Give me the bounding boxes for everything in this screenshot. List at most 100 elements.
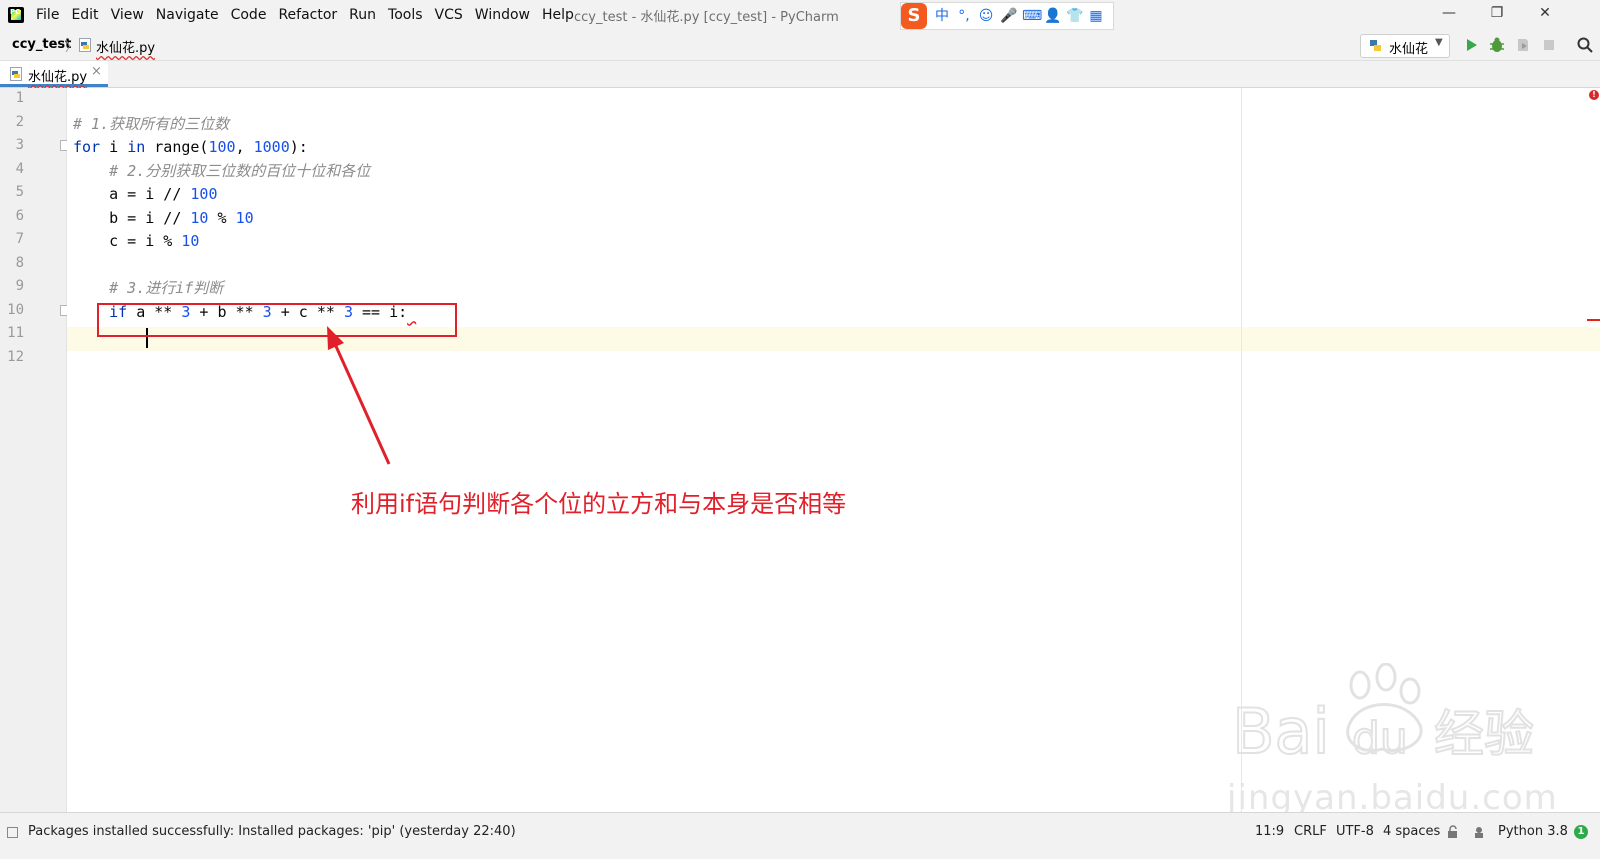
ime-item-icon[interactable]: 🎤: [1000, 8, 1017, 24]
code-line: # 1.获取所有的三位数: [73, 112, 229, 136]
error-stripe-mark[interactable]: [1587, 319, 1600, 321]
line-number: 12: [7, 348, 24, 365]
svg-text:Bai: Bai: [1232, 695, 1330, 768]
ime-item-icon[interactable]: ▦: [1088, 8, 1104, 24]
pycharm-logo-text: PC: [10, 8, 21, 16]
run-configuration-select[interactable]: 水仙花 ▼: [1360, 34, 1450, 58]
code-line: c = i % 10: [73, 229, 199, 253]
line-separator[interactable]: CRLF: [1294, 824, 1327, 839]
line-number: 11: [7, 325, 24, 341]
caret-position[interactable]: 11:9: [1255, 824, 1284, 839]
menu-vcs[interactable]: VCS: [435, 7, 463, 23]
code-token: ):: [289, 138, 308, 156]
code-token: in: [127, 138, 146, 156]
tab-shuixianhua[interactable]: 水仙花.py ×: [0, 61, 108, 87]
code-token: 1000: [253, 138, 290, 156]
search-icon[interactable]: [1576, 36, 1594, 54]
indent-setting[interactable]: 4 spaces: [1383, 824, 1440, 839]
status-message[interactable]: Packages installed successfully: Install…: [28, 824, 516, 839]
run-icon[interactable]: [1462, 36, 1480, 54]
menu-tools[interactable]: Tools: [388, 7, 423, 23]
window-title: ccy_test - 水仙花.py [ccy_test] - PyCharm: [574, 10, 839, 25]
line-number-gutter: 1 2 3 4 5 6 7 8 9 10 11 12: [0, 88, 71, 812]
line-number: 5: [15, 184, 24, 200]
menu-navigate[interactable]: Navigate: [156, 7, 219, 23]
svg-text:经验: 经验: [1434, 705, 1534, 763]
code-token: range(: [145, 138, 209, 156]
svg-text:du: du: [1352, 713, 1408, 764]
close-window-button[interactable]: ✕: [1530, 5, 1560, 21]
python-file-icon: [79, 38, 91, 52]
code-token: 10: [190, 208, 209, 227]
code-token: a = i //: [73, 185, 191, 203]
line-number: 4: [15, 160, 24, 177]
menu-file[interactable]: File: [36, 7, 59, 23]
annotation-text: 利用if语句判断各个位的立方和与本身是否相等: [351, 490, 847, 518]
line-number: 1: [15, 90, 24, 106]
code-editor[interactable]: # 1.获取所有的三位数 for i in range(100, 1000): #…: [67, 88, 1600, 818]
menu-run[interactable]: Run: [349, 7, 376, 23]
sogou-logo-icon[interactable]: S: [901, 3, 927, 29]
minimize-button[interactable]: —: [1434, 5, 1464, 21]
hector-inspector-icon[interactable]: [1472, 825, 1486, 839]
ime-item-icon[interactable]: °,: [956, 8, 972, 24]
code-token: # 2.分别获取三位数的百位十位和各位: [109, 161, 371, 180]
line-number: 2: [15, 113, 24, 130]
editor-tab-bar: 水仙花.py ×: [0, 61, 1600, 88]
annotation-highlight-box: [97, 303, 457, 337]
code-line: b = i // 10 % 10: [73, 206, 254, 230]
menu-code[interactable]: Code: [231, 7, 267, 23]
restore-button[interactable]: ❐: [1482, 5, 1512, 21]
ime-item-icon[interactable]: ☺: [978, 8, 994, 24]
ime-item-icon[interactable]: ⌨: [1022, 8, 1042, 24]
close-tab-icon[interactable]: ×: [91, 64, 102, 79]
code-token: # 1.获取所有的三位数: [73, 114, 230, 133]
code-line: # 2.分别获取三位数的百位十位和各位: [73, 159, 370, 183]
tab-label: 水仙花.py: [28, 70, 88, 85]
stop-icon[interactable]: [1540, 36, 1558, 54]
baidu-jingyan-watermark: Bai du 经验: [1232, 663, 1535, 769]
ime-icons: 中 °, ☺ 🎤 ⌨ 👤 👕 ▦: [931, 8, 1107, 24]
main-menu: File Edit View Navigate Code Refactor Run Tools…: [36, 0, 586, 30]
menu-refactor[interactable]: Refactor: [278, 7, 337, 23]
menu-view[interactable]: View: [111, 7, 144, 23]
code-line: for i in range(100, 1000):: [73, 135, 308, 159]
code-token: %: [208, 208, 236, 227]
coverage-icon[interactable]: [1514, 36, 1532, 54]
ime-item-icon[interactable]: 中: [934, 8, 950, 24]
tool-window-toggle-icon[interactable]: [7, 827, 18, 838]
menu-edit[interactable]: Edit: [71, 7, 98, 23]
code-line: # 3.进行if判断: [73, 276, 223, 300]
code-token: # 3.进行if判断: [109, 279, 224, 297]
code-token: c = i %: [73, 232, 182, 250]
python-config-icon: [1370, 40, 1381, 51]
file-encoding[interactable]: UTF-8: [1336, 824, 1374, 839]
navigation-bar: ccy_test 〉 水仙花.py 水仙花 ▼: [0, 30, 1600, 61]
line-number: 9: [15, 278, 24, 294]
title-bar: PC File Edit View Navigate Code Refactor Run To…: [0, 0, 1600, 30]
ime-toolbar: S 中 °, ☺ 🎤 ⌨ 👤 👕 ▦: [900, 2, 1114, 30]
pycharm-logo-icon[interactable]: PC: [8, 7, 24, 23]
breadcrumb-project[interactable]: ccy_test: [12, 37, 71, 52]
code-token: 100: [208, 138, 236, 156]
python-interpreter[interactable]: Python 3.8: [1498, 824, 1568, 839]
line-number: 10: [7, 301, 24, 318]
ime-item-icon[interactable]: 👕: [1066, 8, 1083, 24]
event-log-badge[interactable]: 1: [1574, 825, 1588, 839]
code-token: b = i //: [73, 208, 191, 227]
code-token: 100: [190, 185, 218, 203]
line-number: 6: [15, 207, 24, 224]
status-bar: Packages installed successfully: Install…: [0, 812, 1600, 859]
menu-help[interactable]: Help: [542, 7, 574, 23]
line-number: 7: [15, 231, 24, 247]
breadcrumb-separator: 〉: [65, 40, 79, 55]
menu-window[interactable]: Window: [475, 7, 530, 23]
code-line: a = i // 100: [73, 182, 218, 206]
lock-icon[interactable]: [1446, 825, 1460, 839]
breadcrumb-file[interactable]: 水仙花.py: [96, 37, 155, 56]
debug-icon[interactable]: [1488, 36, 1506, 54]
ime-item-icon[interactable]: 👤: [1044, 8, 1061, 24]
chevron-down-icon: ▼: [1435, 37, 1443, 48]
error-indicator-icon[interactable]: !: [1589, 90, 1599, 100]
